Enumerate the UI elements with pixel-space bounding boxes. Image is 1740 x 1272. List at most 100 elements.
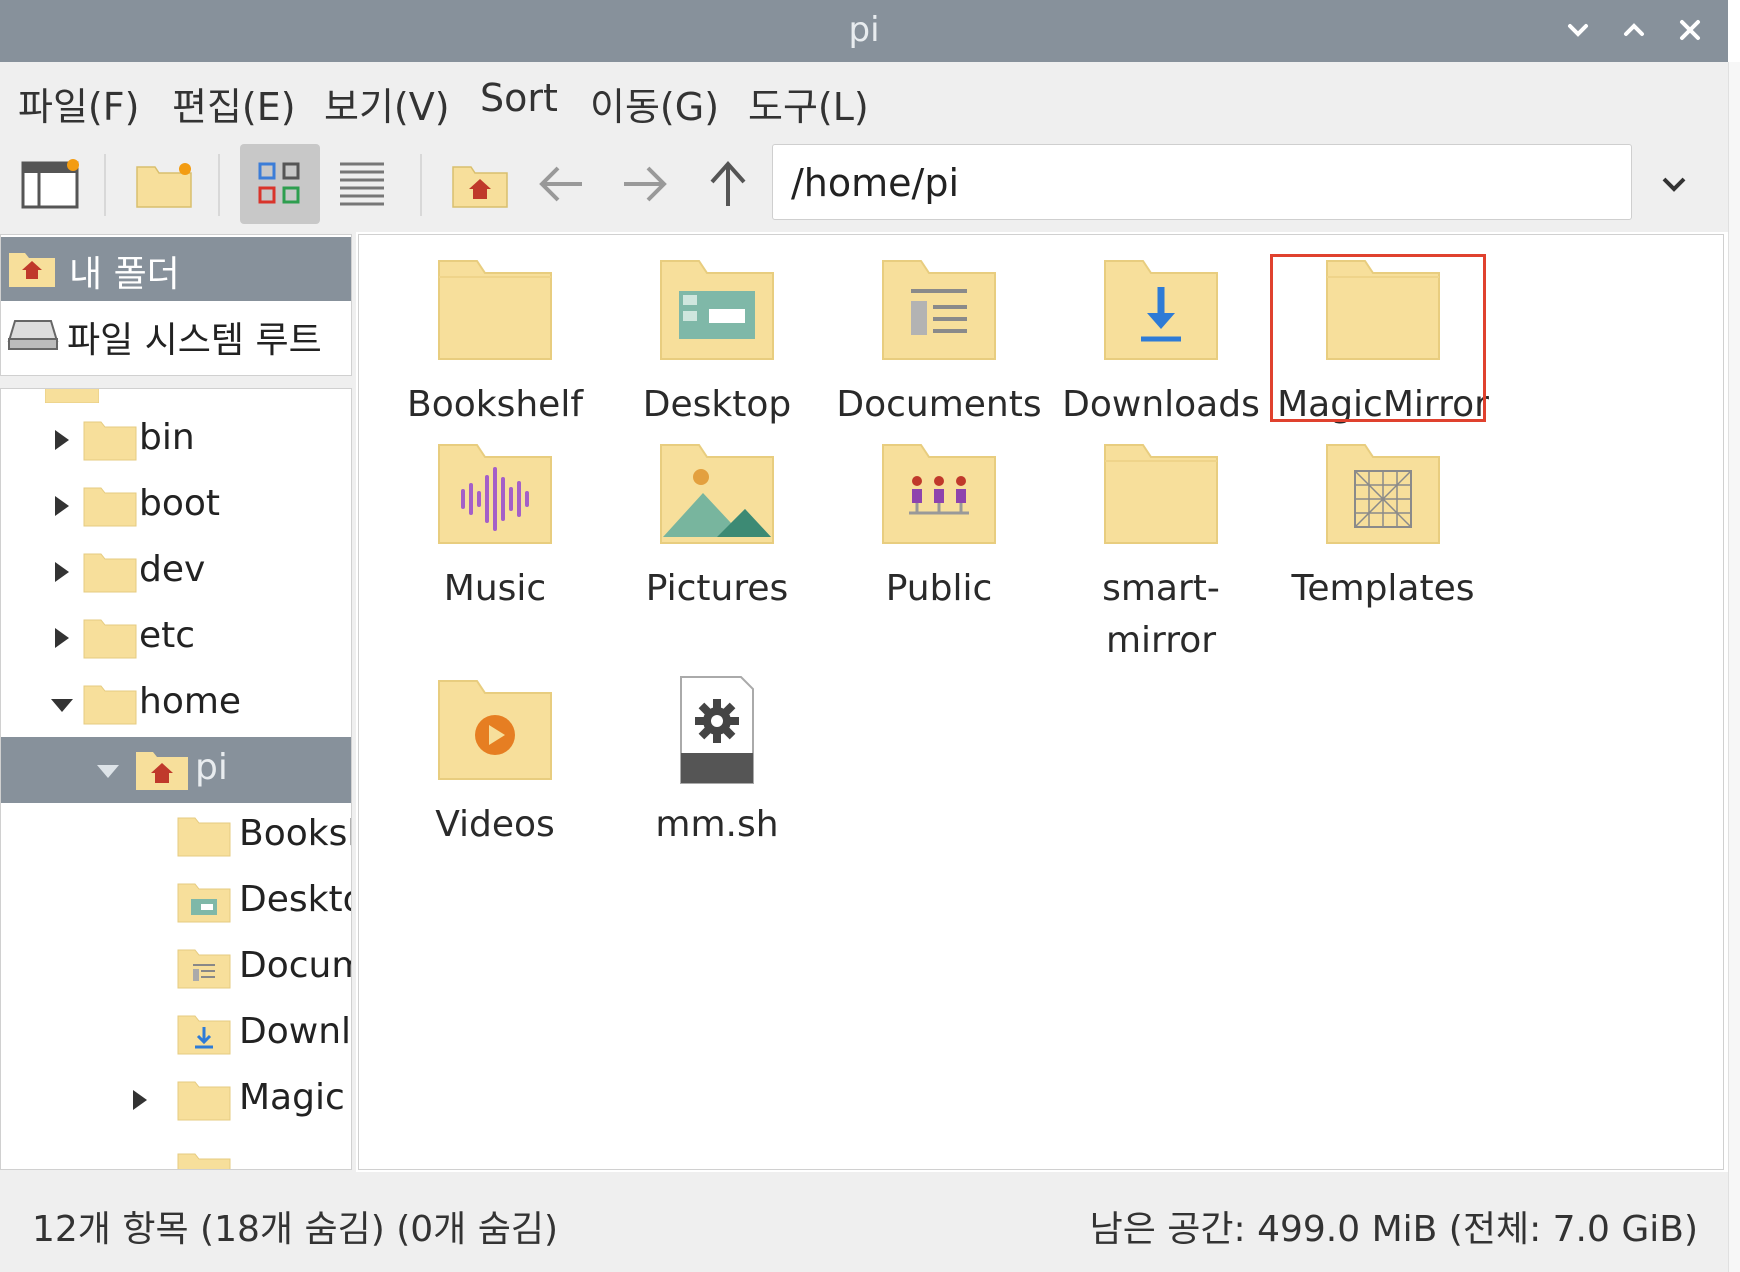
collapse-arrow-icon[interactable] — [97, 765, 119, 778]
tree-item-magicmirror[interactable]: Magic — [1, 1067, 351, 1133]
expand-arrow-icon[interactable] — [55, 562, 69, 582]
file-label: Public — [885, 568, 993, 609]
tree-item-pi[interactable]: pi — [1, 737, 351, 803]
menu-file[interactable]: 파일(F) — [18, 76, 139, 131]
drive-icon — [7, 320, 59, 350]
file-item-music[interactable]: Music — [385, 439, 605, 615]
file-manager-window: pi 파일(F) 편집(E) 보기(V) Sort 이동(G) 도구(L) /h… — [0, 0, 1740, 1272]
file-label: mm.sh — [655, 804, 779, 845]
file-label: Downloads — [1062, 384, 1260, 425]
tree-item-etc[interactable]: etc — [1, 605, 351, 671]
expand-arrow-icon[interactable] — [55, 430, 69, 450]
downloads-folder-icon — [1104, 260, 1218, 360]
tree-item-label: Docum — [239, 945, 351, 986]
minimize-icon[interactable] — [1558, 10, 1598, 50]
file-item-bookshelf[interactable]: Bookshelf — [385, 255, 605, 431]
tree-item-label: Booksh — [239, 813, 351, 854]
home-icon[interactable] — [440, 144, 520, 224]
menu-sort[interactable]: Sort — [480, 76, 558, 120]
place-home[interactable]: 내 폴더 — [1, 237, 351, 301]
path-input[interactable]: /home/pi — [772, 144, 1632, 220]
folder-icon — [83, 487, 137, 527]
file-item-mm-sh[interactable]: mm.sh — [607, 675, 827, 851]
tree-item-label: boot — [139, 483, 221, 524]
new-window-icon[interactable] — [10, 144, 90, 224]
menu-tools[interactable]: 도구(L) — [748, 76, 869, 131]
path-history-dropdown-icon[interactable] — [1634, 144, 1714, 224]
back-arrow-icon[interactable] — [522, 144, 602, 224]
title-bar[interactable]: pi — [0, 0, 1728, 62]
icon-view-icon[interactable] — [240, 144, 320, 224]
tree-item-label: home — [139, 681, 242, 722]
tree-item-label: pi — [195, 747, 228, 788]
file-item-desktop[interactable]: Desktop — [607, 255, 827, 431]
file-label: Videos — [435, 804, 555, 845]
folder-icon — [177, 1081, 231, 1121]
folder-icon — [177, 1153, 231, 1169]
tree-item-boot[interactable]: boot — [1, 473, 351, 539]
up-arrow-icon[interactable] — [688, 144, 768, 224]
file-label: Bookshelf — [407, 384, 583, 425]
downloads-folder-icon — [177, 1015, 231, 1055]
places-list: 내 폴더 파일 시스템 루트 — [0, 234, 352, 376]
place-home-label: 내 폴더 — [69, 254, 180, 295]
file-label: Templates — [1291, 568, 1475, 609]
file-item-pictures[interactable]: Pictures — [607, 439, 827, 615]
public-folder-icon — [882, 444, 996, 544]
file-item-smart-mirror[interactable]: smart-mirror — [1051, 439, 1271, 667]
collapse-arrow-icon[interactable] — [51, 699, 73, 712]
documents-folder-icon — [177, 949, 231, 989]
music-folder-icon — [438, 444, 552, 544]
expand-arrow-icon[interactable] — [55, 628, 69, 648]
expand-arrow-icon[interactable] — [55, 496, 69, 516]
file-label: Music — [443, 568, 547, 609]
menu-edit[interactable]: 편집(E) — [172, 76, 296, 131]
file-item-public[interactable]: Public — [829, 439, 1049, 615]
new-folder-icon[interactable] — [124, 144, 204, 224]
tree-item-bookshelf[interactable]: Booksh — [1, 803, 351, 869]
tree-item-documents[interactable]: Docum — [1, 935, 351, 1001]
tree-item-label: etc — [139, 615, 196, 656]
status-free-space: 남은 공간: 499.0 MiB (전체: 7.0 GiB) — [1089, 1209, 1698, 1250]
videos-folder-icon — [438, 680, 552, 780]
close-icon[interactable] — [1670, 10, 1710, 50]
tree-item-downloads[interactable]: Downl — [1, 1001, 351, 1067]
folder-icon — [177, 817, 231, 857]
highlight-box — [1270, 254, 1486, 422]
menu-view[interactable]: 보기(V) — [324, 76, 450, 131]
file-item-downloads[interactable]: Downloads — [1051, 255, 1271, 431]
toolbar-separator — [104, 154, 106, 216]
file-icon-view: Bookshelf Desktop Documents Downloads Ma… — [358, 234, 1724, 1170]
tree-item-label: Magic — [239, 1077, 345, 1118]
forward-arrow-icon[interactable] — [604, 144, 684, 224]
home-folder-icon — [9, 253, 55, 287]
tree-item-label: Deskto — [239, 879, 351, 920]
file-item-templates[interactable]: Templates — [1273, 439, 1493, 615]
tree-item-bin[interactable]: bin — [1, 407, 351, 473]
maximize-icon[interactable] — [1614, 10, 1654, 50]
folder-icon — [1104, 444, 1218, 544]
window-edge — [1728, 62, 1740, 1272]
tree-item-label: Downl — [239, 1011, 352, 1052]
list-view-icon[interactable] — [322, 144, 402, 224]
tree-item-home[interactable]: home — [1, 671, 351, 737]
file-item-documents[interactable]: Documents — [829, 255, 1049, 431]
directory-tree: bin boot dev etc home pi Books Deskt Doc… — [0, 388, 352, 1170]
file-label: Pictures — [645, 568, 789, 609]
status-bar: 12개 항목 (18개 숨김) (0개 숨김) 남은 공간: 499.0 MiB… — [0, 1172, 1728, 1272]
status-item-count: 12개 항목 (18개 숨김) (0개 숨김) — [32, 1209, 558, 1250]
folder-icon — [438, 260, 552, 360]
tree-item-label: bin — [139, 417, 195, 458]
tree-item-desktop[interactable]: Deskto — [1, 869, 351, 935]
expand-arrow-icon[interactable] — [133, 1090, 147, 1110]
place-root-label: 파일 시스템 루트 — [67, 320, 322, 361]
menu-go[interactable]: 이동(G) — [590, 76, 719, 131]
toolbar: /home/pi — [0, 136, 1728, 232]
place-filesystem-root[interactable]: 파일 시스템 루트 — [1, 303, 351, 367]
file-item-videos[interactable]: Videos — [385, 675, 605, 851]
sidebar: 내 폴더 파일 시스템 루트 bin boot dev etc home pi … — [0, 232, 356, 1172]
toolbar-separator — [218, 154, 220, 216]
file-label: smart-mirror — [1051, 563, 1271, 667]
tree-item-dev[interactable]: dev — [1, 539, 351, 605]
file-label: Documents — [836, 384, 1042, 425]
